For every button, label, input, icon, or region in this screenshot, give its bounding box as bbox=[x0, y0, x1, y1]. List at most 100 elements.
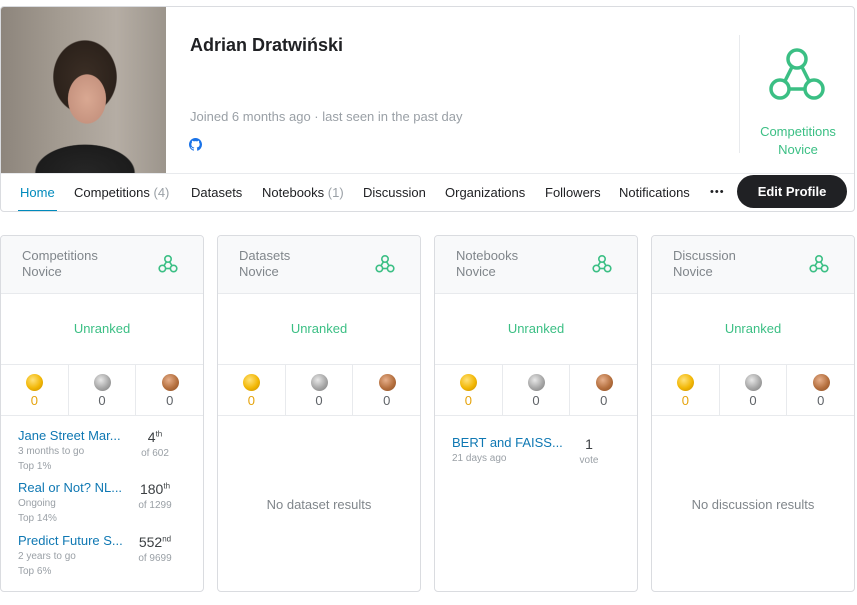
category-card-header: Competitions Novice bbox=[1, 236, 203, 294]
profile-meta: Joined 6 months ago · last seen in the p… bbox=[190, 109, 463, 124]
category-tier: Novice bbox=[456, 264, 496, 279]
category-name: Competitions bbox=[22, 248, 98, 263]
result-subtext: Top 1% bbox=[18, 461, 52, 472]
bronze-medal-count: 0 bbox=[383, 393, 391, 408]
result-rank: 4th of 602 bbox=[125, 429, 185, 459]
github-icon[interactable] bbox=[189, 138, 202, 151]
result-item: Jane Street Mar... 3 months to go Top 1% 4t… bbox=[18, 428, 192, 476]
category-results: Jane Street Mar... 3 months to go Top 1% 4t… bbox=[1, 416, 203, 591]
bronze-medal-count: 0 bbox=[600, 393, 608, 408]
medals-row: 0 0 0 bbox=[652, 365, 854, 416]
category-name: Datasets bbox=[239, 248, 291, 263]
category-title: Discussion Novice bbox=[673, 248, 736, 280]
gold-medal-icon bbox=[26, 374, 44, 391]
tab-notifications[interactable]: Notifications bbox=[619, 174, 690, 211]
category-name: Notebooks bbox=[456, 248, 519, 263]
category-title: Notebooks Novice bbox=[456, 248, 518, 280]
category-rank: Unranked bbox=[1, 294, 203, 365]
result-item: BERT and FAISS... 21 days ago 1 vote bbox=[452, 435, 626, 483]
silver-medal-icon bbox=[94, 374, 111, 391]
silver-medal-icon bbox=[528, 374, 545, 391]
tab-home[interactable]: Home bbox=[18, 174, 57, 211]
novice-tier-icon bbox=[375, 254, 395, 273]
tab-count: (1) bbox=[327, 185, 344, 200]
silver-medal-count: 0 bbox=[98, 393, 106, 408]
tab-datasets[interactable]: Datasets bbox=[191, 174, 243, 211]
profile-header: Adrian Dratwiński Joined 6 months ago · … bbox=[0, 6, 855, 212]
category-rank: Unranked bbox=[652, 294, 854, 365]
category-tier: Novice bbox=[239, 264, 279, 279]
novice-tier-icon bbox=[592, 254, 612, 273]
category-results: No discussion results bbox=[652, 416, 854, 591]
empty-results-message: No discussion results bbox=[691, 497, 815, 512]
more-icon[interactable]: ••• bbox=[710, 186, 725, 198]
category-title: Datasets Novice bbox=[239, 248, 290, 280]
bronze-medal-cell: 0 bbox=[135, 365, 203, 415]
result-rank: 180th of 1299 bbox=[125, 481, 185, 511]
bronze-medal-count: 0 bbox=[817, 393, 825, 408]
tab-competitions[interactable]: Competitions (4) bbox=[74, 174, 170, 211]
gold-medal-icon bbox=[460, 374, 478, 391]
tab-followers[interactable]: Followers bbox=[545, 174, 601, 211]
category-card-header: Discussion Novice bbox=[652, 236, 854, 294]
category-card-competitions: Competitions Novice Unranked 0 0 0 Jane … bbox=[0, 235, 204, 592]
novice-tier-icon bbox=[769, 48, 825, 100]
result-rank: 1 vote bbox=[559, 436, 619, 466]
category-tier: Novice bbox=[22, 264, 62, 279]
novice-tier-icon bbox=[158, 254, 178, 273]
bronze-medal-icon bbox=[161, 374, 179, 391]
gold-medal-cell: 0 bbox=[435, 365, 502, 415]
medals-row: 0 0 0 bbox=[1, 365, 203, 416]
silver-medal-icon bbox=[311, 374, 328, 391]
bronze-medal-cell: 0 bbox=[786, 365, 854, 415]
silver-medal-cell: 0 bbox=[501, 365, 570, 415]
tab-label: Notebooks bbox=[262, 185, 325, 200]
result-rank-number: 1 bbox=[585, 436, 593, 452]
result-rank: 552nd of 9699 bbox=[125, 534, 185, 564]
category-card-discussion: Discussion Novice Unranked 0 0 0 No disc… bbox=[651, 235, 855, 592]
bronze-medal-icon bbox=[378, 374, 396, 391]
tier-divider bbox=[739, 35, 740, 153]
tab-discussion[interactable]: Discussion bbox=[363, 174, 426, 211]
medals-row: 0 0 0 bbox=[218, 365, 420, 416]
gold-medal-count: 0 bbox=[464, 393, 472, 408]
edit-profile-button[interactable]: Edit Profile bbox=[737, 175, 847, 208]
profile-tier-level: Novice bbox=[778, 142, 818, 157]
tab-organizations[interactable]: Organizations bbox=[445, 174, 526, 211]
result-rank-total: of 9699 bbox=[138, 553, 172, 564]
category-card-header: Notebooks Novice bbox=[435, 236, 637, 294]
result-item: Real or Not? NL... Ongoing Top 14% 180th of … bbox=[18, 480, 192, 528]
result-rank-number: 180th bbox=[139, 481, 171, 497]
result-rank-suffix: nd bbox=[162, 534, 172, 544]
gold-medal-icon bbox=[243, 374, 261, 391]
gold-medal-icon bbox=[677, 374, 695, 391]
result-rank-suffix: th bbox=[155, 429, 163, 439]
novice-tier-icon bbox=[809, 254, 829, 273]
tab-label: Datasets bbox=[191, 185, 243, 200]
avatar[interactable] bbox=[1, 7, 166, 173]
gold-medal-count: 0 bbox=[30, 393, 38, 408]
silver-medal-count: 0 bbox=[315, 393, 323, 408]
category-card-datasets: Datasets Novice Unranked 0 0 0 No datase… bbox=[217, 235, 421, 592]
result-rank-total: of 1299 bbox=[138, 500, 172, 511]
tab-label: Followers bbox=[545, 185, 601, 200]
tab-label: Competitions bbox=[74, 185, 150, 200]
bronze-medal-cell: 0 bbox=[569, 365, 637, 415]
profile-nav: Home Competitions (4) Datasets Notebooks… bbox=[1, 173, 854, 211]
tab-label: Notifications bbox=[619, 185, 690, 200]
silver-medal-count: 0 bbox=[749, 393, 757, 408]
profile-name: Adrian Dratwiński bbox=[190, 35, 344, 55]
category-rank: Unranked bbox=[435, 294, 637, 365]
bronze-medal-icon bbox=[595, 374, 613, 391]
silver-medal-cell: 0 bbox=[284, 365, 353, 415]
result-rank-suffix: th bbox=[163, 481, 171, 491]
category-results: No dataset results bbox=[218, 416, 420, 591]
tab-count: (4) bbox=[153, 185, 170, 200]
tab-notebooks[interactable]: Notebooks (1) bbox=[262, 174, 344, 211]
medals-row: 0 0 0 bbox=[435, 365, 637, 416]
category-title: Competitions Novice bbox=[22, 248, 98, 280]
tab-label: Organizations bbox=[445, 185, 526, 200]
bronze-medal-count: 0 bbox=[166, 393, 174, 408]
bronze-medal-cell: 0 bbox=[352, 365, 420, 415]
result-subtext: Top 6% bbox=[18, 566, 52, 577]
